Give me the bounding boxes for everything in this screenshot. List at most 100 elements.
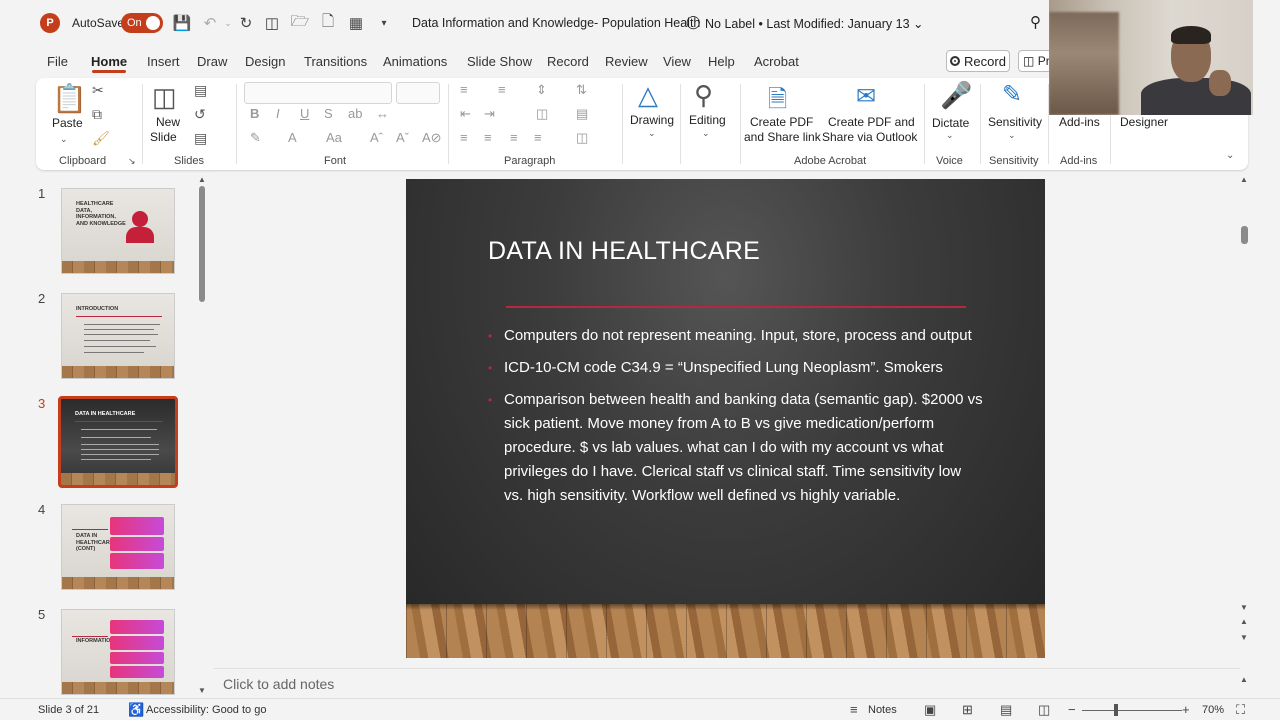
slide-bullet-list[interactable]: Computers do not represent meaning. Inpu… (488, 324, 984, 516)
present-button[interactable]: ◫ Pr (1018, 50, 1050, 72)
layout-icon[interactable]: ▤ (194, 82, 207, 99)
bullets-icon[interactable]: ≡ (460, 82, 468, 97)
accessibility-icon[interactable]: ♿ (128, 702, 144, 718)
current-slide[interactable]: DATA IN HEALTHCARE Computers do not repr… (406, 179, 1045, 658)
shadow-icon[interactable]: S (324, 106, 333, 121)
editing-dropdown-icon[interactable]: ⌄ (702, 128, 710, 139)
undo-dropdown-icon[interactable]: ⌄ (218, 12, 238, 34)
notes-placeholder[interactable]: Click to add notes (223, 676, 334, 692)
smartart-icon[interactable]: ◫ (576, 130, 588, 146)
menu-animations[interactable]: Animations (383, 54, 447, 69)
numbering-icon[interactable]: ≡ (498, 82, 506, 97)
new-slide-label-1[interactable]: New (156, 115, 180, 130)
notes-pane[interactable]: Click to add notes (214, 668, 1240, 696)
sensitivity-button[interactable]: Sensitivity (988, 115, 1042, 130)
new-file-icon[interactable]: 🗋 (318, 12, 338, 34)
align-right-icon[interactable]: ≡ (510, 130, 518, 145)
autosave-toggle[interactable]: On (121, 13, 163, 33)
menu-review[interactable]: Review (605, 54, 648, 69)
menu-design[interactable]: Design (245, 54, 285, 69)
reading-view-icon[interactable]: ▤ (1000, 702, 1012, 718)
justify-icon[interactable]: ≡ (534, 130, 542, 145)
drawing-button[interactable]: Drawing (630, 113, 674, 128)
drawing-shapes-icon[interactable]: △ (638, 80, 658, 111)
menu-insert[interactable]: Insert (147, 54, 180, 69)
align-left-icon[interactable]: ≡ (460, 130, 468, 145)
document-title[interactable]: Data Information and Knowledge- Populati… (412, 16, 700, 30)
collapse-ribbon-icon[interactable]: ⌄ (1226, 150, 1234, 161)
find-magnifier-icon[interactable]: ⚲ (694, 80, 713, 111)
create-pdf-outlook-label-2[interactable]: Share via Outlook (822, 130, 917, 145)
menu-acrobat[interactable]: Acrobat (754, 54, 799, 69)
editing-button[interactable]: Editing (689, 113, 726, 128)
text-direction-icon[interactable]: ⇅ (576, 82, 587, 98)
canvas-scroll-up-icon[interactable]: ▲ (1240, 175, 1248, 184)
canvas-scroll-down-icon[interactable]: ▼ (1240, 603, 1248, 612)
font-color-icon[interactable]: A (288, 130, 297, 145)
char-spacing-icon[interactable]: ↔ (376, 106, 389, 121)
microphone-icon[interactable]: 🎤 (940, 80, 972, 111)
next-slide-icon[interactable]: ▼ (1240, 633, 1248, 642)
canvas-scrollbar[interactable] (1240, 172, 1250, 672)
zoom-slider[interactable] (1082, 710, 1182, 711)
format-painter-icon[interactable]: 🖌 (92, 130, 110, 147)
decrease-font-icon[interactable]: Aˇ (396, 130, 409, 145)
open-folder-icon[interactable]: 🗁 (290, 12, 310, 34)
scroll-down-arrow-icon[interactable]: ▼ (198, 686, 206, 695)
menu-slide-show[interactable]: Slide Show (467, 54, 532, 69)
normal-view-icon[interactable]: ▣ (924, 702, 936, 718)
create-pdf-outlook-label-1[interactable]: Create PDF and (828, 115, 915, 130)
dictate-dropdown-icon[interactable]: ⌄ (946, 130, 954, 141)
dictate-button[interactable]: Dictate (932, 116, 969, 131)
slide-sorter-icon[interactable]: ⊞ (962, 702, 973, 718)
drawing-dropdown-icon[interactable]: ⌄ (648, 128, 656, 139)
reset-icon[interactable]: ↺ (194, 106, 206, 123)
create-pdf-outlook-icon[interactable]: ✉ (856, 82, 876, 111)
zoom-in-icon[interactable]: + (1182, 702, 1190, 717)
slide-thumbnail-1[interactable]: HEALTHCARE DATA, INFORMATION, AND KNOWLE… (61, 188, 175, 274)
sensitivity-dropdown-icon[interactable]: ⌄ (1008, 130, 1016, 141)
new-slide-icon[interactable]: ◫ (152, 82, 177, 113)
slide-show-icon[interactable]: ◫ (1038, 702, 1050, 718)
menu-view[interactable]: View (663, 54, 691, 69)
sensitivity-icon[interactable]: ✎ (1002, 80, 1022, 109)
new-slide-label-2[interactable]: Slide (150, 130, 177, 145)
increase-font-icon[interactable]: Aˆ (370, 130, 383, 145)
search-icon[interactable]: ⚲ (1030, 13, 1041, 31)
undo-icon[interactable]: ↶ (200, 12, 220, 34)
create-pdf-link-label-1[interactable]: Create PDF (750, 115, 813, 130)
label-and-modified[interactable]: No Label • Last Modified: January 13 ⌄ (705, 16, 924, 31)
bold-icon[interactable]: B (250, 106, 259, 121)
accessibility-status[interactable]: Accessibility: Good to go (146, 704, 266, 716)
copy-icon[interactable]: ⧉ (92, 106, 102, 123)
slide-title[interactable]: DATA IN HEALTHCARE (488, 237, 760, 266)
paste-button[interactable]: Paste (52, 116, 83, 131)
align-center-icon[interactable]: ≡ (484, 130, 492, 145)
notes-toggle-icon[interactable]: ≡ (850, 702, 858, 717)
menu-home[interactable]: Home (91, 54, 127, 69)
strikethrough-icon[interactable]: ab (348, 106, 362, 121)
save-as-pdf-icon[interactable]: ▦ (346, 12, 366, 34)
record-button[interactable]: Record (946, 50, 1010, 72)
menu-draw[interactable]: Draw (197, 54, 227, 69)
change-case-icon[interactable]: Aa (326, 130, 342, 145)
save-icon[interactable]: 💾 (172, 12, 192, 34)
create-pdf-link-label-2[interactable]: and Share link (744, 130, 821, 145)
increase-indent-icon[interactable]: ⇥ (484, 106, 495, 122)
highlight-icon[interactable]: ✎ (250, 130, 261, 146)
notes-toggle-button[interactable]: Notes (868, 704, 897, 716)
slide-thumbnail-4[interactable]: DATA IN HEALTHCARE (CONT) (61, 504, 175, 590)
add-ins-button[interactable]: Add-ins (1059, 115, 1100, 130)
clipboard-launcher-icon[interactable]: ↘ (128, 156, 136, 167)
paste-icon[interactable]: 📋 (52, 82, 87, 115)
zoom-out-icon[interactable]: − (1068, 702, 1076, 717)
underline-icon[interactable]: U (300, 106, 309, 121)
slide-thumbnail-3[interactable]: DATA IN HEALTHCARE (58, 396, 178, 488)
font-size-field[interactable] (396, 82, 440, 104)
customize-toolbar-icon[interactable]: ▾ (374, 12, 394, 34)
designer-button[interactable]: Designer (1120, 115, 1168, 130)
section-icon[interactable]: ▤ (194, 130, 207, 147)
thumbnail-scrollbar-thumb[interactable] (199, 186, 205, 302)
scroll-up-arrow-icon[interactable]: ▲ (198, 175, 206, 184)
slide-thumbnail-5[interactable]: INFORMATION (61, 609, 175, 695)
